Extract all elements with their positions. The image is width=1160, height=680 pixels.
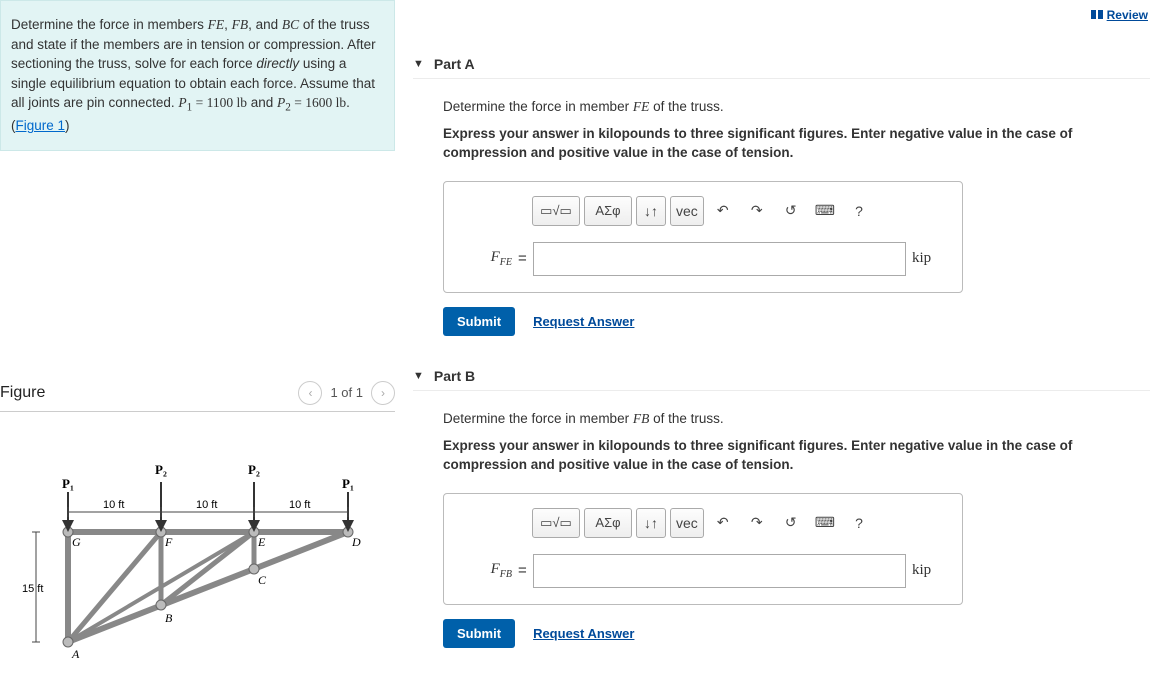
subsup-button[interactable]: ↓↑ [636,508,666,538]
part-a-header[interactable]: ▼ Part A [413,56,1150,79]
unit-label: kip [912,250,944,267]
reset-button[interactable]: ↺ [776,196,806,226]
help-button[interactable]: ? [844,508,874,538]
svg-text:15 ft: 15 ft [22,583,43,595]
svg-text:P₂: P₂ [155,462,167,477]
part-b-header[interactable]: ▼ Part B [413,368,1150,391]
part-a-question: Determine the force in member FE of the … [443,99,1146,115]
unit-label: kip [912,562,944,579]
svg-text:E: E [257,535,266,549]
keyboard-button[interactable]: ⌨ [810,196,840,226]
svg-text:10 ft: 10 ft [196,499,217,511]
svg-text:10 ft: 10 ft [289,499,310,511]
var-label: FFE [462,249,512,268]
svg-text:C: C [258,573,267,587]
equals-sign: = [518,562,527,579]
collapse-icon: ▼ [413,370,424,382]
part-a-submit-button[interactable]: Submit [443,307,515,336]
reset-button[interactable]: ↺ [776,508,806,538]
subsup-button[interactable]: ↓↑ [636,196,666,226]
svg-text:A: A [71,647,80,661]
svg-text:10 ft: 10 ft [103,499,124,511]
figure-pager-text: 1 of 1 [330,385,363,400]
redo-button[interactable]: ↷ [742,508,772,538]
part-a-answer-input[interactable] [533,242,906,276]
keyboard-button[interactable]: ⌨ [810,508,840,538]
review-link[interactable]: Review [1091,8,1148,22]
greek-button[interactable]: ΑΣφ [584,508,632,538]
figure-title: Figure [0,384,45,402]
part-a-hint: Express your answer in kilopounds to thr… [443,125,1146,163]
part-b-question: Determine the force in member FB of the … [443,411,1146,427]
review-icon [1091,10,1103,20]
vec-button[interactable]: vec [670,196,704,226]
svg-text:B: B [165,611,173,625]
template-button[interactable]: ▭√▭ [532,196,580,226]
figure-next-button[interactable]: › [371,381,395,405]
svg-text:P₁: P₁ [342,476,354,491]
undo-button[interactable]: ↶ [708,196,738,226]
collapse-icon: ▼ [413,58,424,70]
part-b-submit-button[interactable]: Submit [443,619,515,648]
part-a-answer-box: ▭√▭ ΑΣφ ↓↑ vec ↶ ↷ ↺ ⌨ ? FFE = ki [443,181,963,293]
equals-sign: = [518,250,527,267]
svg-text:F: F [164,535,173,549]
greek-button[interactable]: ΑΣφ [584,196,632,226]
redo-button[interactable]: ↷ [742,196,772,226]
undo-button[interactable]: ↶ [708,508,738,538]
part-a-request-answer-link[interactable]: Request Answer [533,314,634,329]
help-button[interactable]: ? [844,196,874,226]
vec-button[interactable]: vec [670,508,704,538]
part-b-answer-input[interactable] [533,554,906,588]
part-b-request-answer-link[interactable]: Request Answer [533,626,634,641]
part-b-hint: Express your answer in kilopounds to thr… [443,437,1146,475]
svg-text:P₁: P₁ [62,476,74,491]
part-b-answer-box: ▭√▭ ΑΣφ ↓↑ vec ↶ ↷ ↺ ⌨ ? FFB = ki [443,493,963,605]
var-label: FFB [462,561,512,580]
template-button[interactable]: ▭√▭ [532,508,580,538]
figure-prev-button[interactable]: ‹ [298,381,322,405]
figure-link[interactable]: Figure 1 [16,118,66,133]
figure-diagram: P₁ P₁ P₂ P₂ 10 ft 10 ft 10 ft 15 ft G F … [0,452,395,675]
svg-text:D: D [351,535,361,549]
problem-statement: Determine the force in members FE, FB, a… [0,0,395,151]
svg-text:P₂: P₂ [248,462,260,477]
svg-text:G: G [72,535,81,549]
